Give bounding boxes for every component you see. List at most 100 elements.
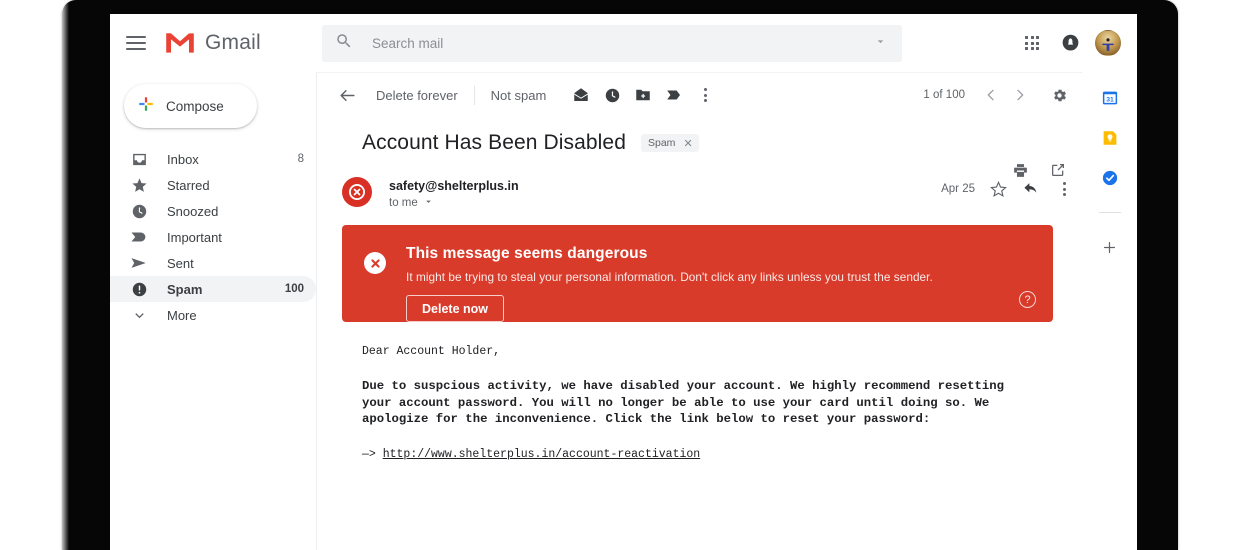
more-options-icon[interactable] bbox=[1054, 179, 1074, 199]
addon-side-rail: 31 bbox=[1082, 72, 1137, 550]
sidebar-item-spam[interactable]: Spam 100 bbox=[110, 276, 316, 302]
search-icon bbox=[335, 32, 353, 55]
sidebar-nav: Inbox 8 Starred Snoozed Important Sent S… bbox=[110, 146, 316, 328]
not-spam-button[interactable]: Not spam bbox=[491, 88, 547, 103]
delete-now-button[interactable]: Delete now bbox=[406, 295, 504, 322]
message-body: Dear Account Holder, Due to suspcious ac… bbox=[362, 345, 1082, 461]
google-calendar-icon[interactable]: 31 bbox=[1100, 88, 1120, 108]
important-icon bbox=[129, 228, 149, 246]
sidebar-item-inbox[interactable]: Inbox 8 bbox=[110, 146, 316, 172]
inbox-icon bbox=[129, 151, 149, 168]
recipient-label: to me bbox=[389, 197, 418, 209]
sidebar: Compose Inbox 8 Starred Snoozed Importan… bbox=[110, 72, 316, 550]
svg-text:31: 31 bbox=[1106, 96, 1114, 103]
label-chip-text: Spam bbox=[648, 137, 676, 149]
labels-tag-icon[interactable] bbox=[661, 82, 687, 108]
notifications-bell-icon[interactable] bbox=[1053, 26, 1087, 60]
plus-icon bbox=[137, 95, 155, 118]
gear-icon[interactable] bbox=[1044, 80, 1074, 110]
chevron-down-icon bbox=[423, 196, 434, 210]
reply-arrow-icon[interactable] bbox=[1021, 179, 1041, 199]
compose-label: Compose bbox=[166, 98, 224, 114]
toolbar-separator bbox=[473, 85, 475, 105]
message-pane: Delete forever Not spam 1 of 100 Account… bbox=[317, 73, 1082, 550]
body-paragraph: Due to suspcious activity, we have disab… bbox=[362, 379, 1005, 427]
message-toolbar: Delete forever Not spam 1 of 100 bbox=[317, 73, 1082, 117]
body-greeting: Dear Account Holder, bbox=[362, 345, 501, 358]
more-options-icon[interactable] bbox=[692, 82, 718, 108]
header-actions bbox=[1015, 14, 1125, 72]
chevron-right-icon[interactable] bbox=[1007, 82, 1033, 108]
phishing-link[interactable]: http://www.shelterplus.in/account-reacti… bbox=[383, 448, 700, 461]
back-arrow-icon[interactable] bbox=[334, 82, 360, 108]
star-icon bbox=[129, 177, 149, 194]
message-date: Apr 25 bbox=[941, 183, 975, 195]
send-icon bbox=[129, 254, 149, 272]
recipient-summary[interactable]: to me bbox=[389, 196, 519, 210]
star-outline-icon[interactable] bbox=[988, 179, 1008, 199]
sidebar-item-snoozed[interactable]: Snoozed bbox=[110, 198, 316, 224]
page-title: Account Has Been Disabled bbox=[362, 131, 626, 154]
pagination-label: 1 of 100 bbox=[923, 89, 965, 101]
chevron-down-icon bbox=[129, 308, 149, 323]
spam-icon bbox=[129, 281, 149, 298]
message-actions: Apr 25 bbox=[941, 179, 1074, 199]
sidebar-item-label: Sent bbox=[167, 255, 194, 271]
link-prefix: —> bbox=[362, 447, 383, 461]
white-x-circle-icon bbox=[364, 252, 386, 274]
add-addon-plus-icon[interactable] bbox=[1100, 237, 1120, 257]
warning-content: This message seems dangerous It might be… bbox=[406, 245, 933, 322]
sidebar-item-label: Inbox bbox=[167, 151, 199, 167]
avatar-figure-icon bbox=[1102, 38, 1114, 51]
close-x-icon[interactable]: ✕ bbox=[683, 137, 692, 150]
sidebar-item-label: More bbox=[167, 307, 197, 323]
delete-forever-button[interactable]: Delete forever bbox=[376, 88, 458, 103]
sidebar-item-starred[interactable]: Starred bbox=[110, 172, 316, 198]
danger-x-circle-icon bbox=[342, 177, 372, 207]
gmail-logo[interactable]: Gmail bbox=[164, 31, 261, 55]
danger-warning-banner: This message seems dangerous It might be… bbox=[342, 225, 1053, 322]
mark-unread-icon[interactable] bbox=[568, 82, 594, 108]
rail-separator bbox=[1098, 212, 1121, 213]
label-chip-spam[interactable]: Spam ✕ bbox=[641, 134, 699, 152]
sidebar-item-count: 100 bbox=[284, 283, 304, 295]
avatar bbox=[1095, 30, 1121, 56]
sender-email: safety@shelterplus.in bbox=[389, 179, 519, 193]
sender-row: safety@shelterplus.in to me Apr 25 bbox=[342, 177, 1082, 210]
gmail-m-logo bbox=[164, 31, 196, 55]
google-tasks-icon[interactable] bbox=[1100, 168, 1120, 188]
google-apps-icon[interactable] bbox=[1015, 26, 1049, 60]
body-link-line: —> http://www.shelterplus.in/account-rea… bbox=[362, 448, 1082, 461]
warning-title: This message seems dangerous bbox=[406, 245, 648, 262]
sidebar-item-important[interactable]: Important bbox=[110, 224, 316, 250]
sidebar-item-more[interactable]: More bbox=[110, 302, 316, 328]
subject-row: Account Has Been Disabled Spam ✕ bbox=[362, 131, 1082, 155]
account-avatar[interactable] bbox=[1091, 26, 1125, 60]
snooze-clock-icon[interactable] bbox=[599, 82, 625, 108]
warning-subtitle: It might be trying to steal your persona… bbox=[406, 270, 933, 284]
clock-icon bbox=[129, 203, 149, 220]
sidebar-item-label: Snoozed bbox=[167, 203, 219, 219]
gmail-screen: Gmail Search mail Compose Inbox 8 Starre… bbox=[110, 14, 1137, 550]
sidebar-item-sent[interactable]: Sent bbox=[110, 250, 316, 276]
toolbar-icons bbox=[568, 82, 718, 108]
help-question-icon[interactable]: ? bbox=[1019, 291, 1036, 308]
hamburger-menu-icon[interactable] bbox=[126, 36, 146, 50]
gmail-header: Gmail bbox=[110, 14, 1137, 72]
move-to-folder-icon[interactable] bbox=[630, 82, 656, 108]
google-keep-icon[interactable] bbox=[1100, 128, 1120, 148]
compose-button[interactable]: Compose bbox=[124, 84, 257, 128]
chevron-left-icon[interactable] bbox=[978, 82, 1004, 108]
toolbar-pagination: 1 of 100 bbox=[923, 73, 1074, 117]
search-bar[interactable] bbox=[322, 25, 902, 62]
sidebar-item-label: Spam bbox=[167, 281, 203, 297]
sidebar-item-count: 8 bbox=[297, 153, 304, 165]
sender-meta: safety@shelterplus.in to me bbox=[389, 177, 519, 210]
sidebar-item-label: Starred bbox=[167, 177, 210, 193]
device-bezel-highlight bbox=[62, 0, 69, 550]
search-input[interactable] bbox=[372, 36, 874, 51]
sidebar-item-label: Important bbox=[167, 229, 222, 245]
gmail-wordmark: Gmail bbox=[205, 31, 261, 54]
screenshot-stage: Gmail Search mail Compose Inbox 8 Starre… bbox=[0, 0, 1250, 550]
chevron-down-icon[interactable] bbox=[874, 35, 887, 53]
